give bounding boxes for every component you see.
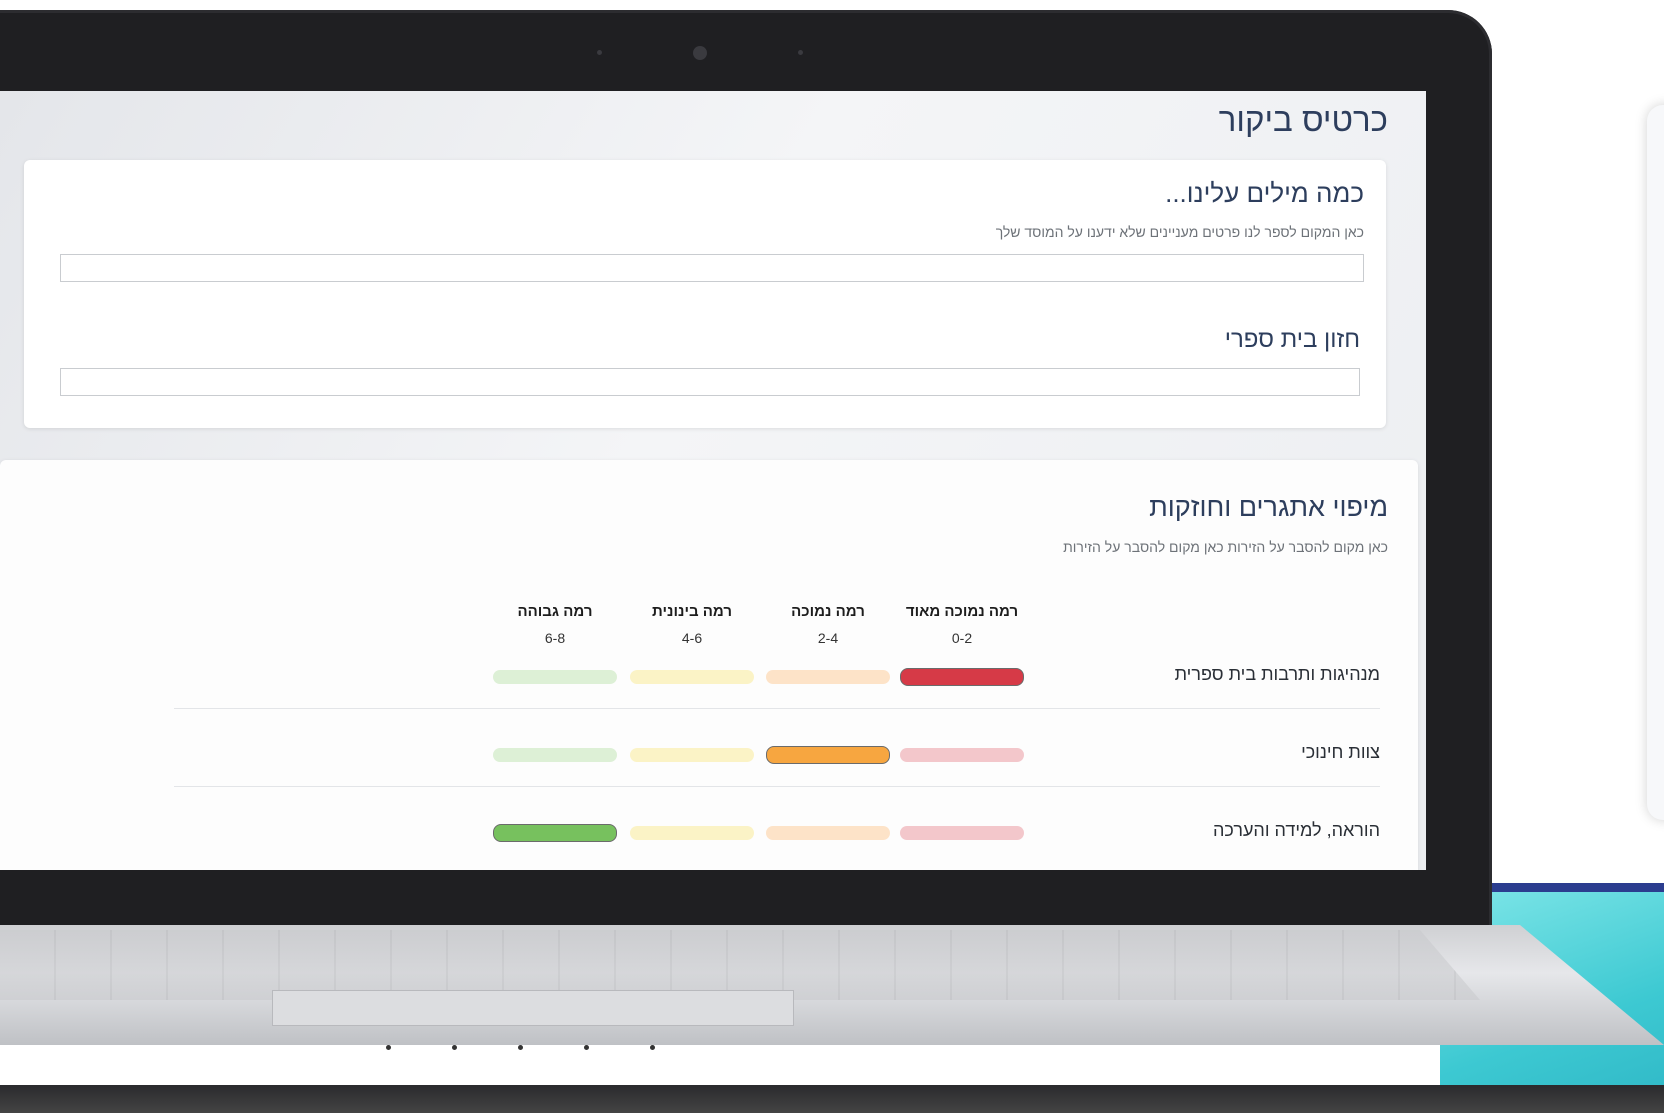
- level-range: 0-2: [951, 630, 973, 646]
- laptop-dot: [518, 1045, 523, 1050]
- laptop-dot: [452, 1045, 457, 1050]
- row-divider: [174, 786, 1380, 787]
- level-bar[interactable]: [493, 824, 617, 842]
- about-text-field[interactable]: [60, 254, 1364, 282]
- mapping-heading: מיפוי אתגרים וחוזקות: [1149, 492, 1388, 522]
- about-heading: כמה מילים עלינו...: [1165, 178, 1364, 208]
- level-bar[interactable]: [630, 670, 754, 684]
- level-header: רמה נמוכה: [791, 603, 865, 620]
- level-header: רמה בינונית: [652, 603, 732, 620]
- laptop-bottom-edge: [0, 1085, 1664, 1113]
- level-bar[interactable]: [766, 746, 890, 764]
- level-header: רמה נמוכה מאוד: [905, 603, 1019, 620]
- about-card: כמה מילים עלינו... כאן המקום לספר לנו פר…: [24, 160, 1386, 428]
- mapping-help-text: כאן מקום להסבר על הזירות כאן מקום להסבר …: [1063, 539, 1388, 555]
- level-bar[interactable]: [630, 826, 754, 840]
- side-panel-card: [1647, 105, 1664, 820]
- about-help-text: כאן המקום לספר לנו פרטים מעניינים שלא יד…: [995, 224, 1364, 240]
- level-bar[interactable]: [900, 826, 1024, 840]
- camera-sensor-left: [597, 50, 602, 55]
- mapping-row-label: צוות חינוכי: [1301, 742, 1380, 762]
- vision-text-field[interactable]: [60, 368, 1360, 396]
- background-accent-line: [1490, 883, 1664, 892]
- mapping-row-label: מנהיגות ותרבות בית ספרית: [1174, 664, 1380, 684]
- level-bar[interactable]: [630, 748, 754, 762]
- level-range: 2-4: [817, 630, 839, 646]
- level-range: 4-6: [681, 630, 703, 646]
- row-divider: [174, 708, 1380, 709]
- laptop-screen: כרטיס ביקור כמה מילים עלינו... כאן המקום…: [0, 91, 1426, 870]
- page-title: כרטיס ביקור: [1218, 101, 1388, 138]
- level-bar[interactable]: [900, 668, 1024, 686]
- level-bar[interactable]: [900, 748, 1024, 762]
- laptop-trackpad: [272, 990, 794, 1026]
- camera-sensor-right: [798, 50, 803, 55]
- mapping-card: מיפוי אתגרים וחוזקות כאן מקום להסבר על ה…: [0, 460, 1418, 870]
- vision-heading: חזון בית ספרי: [1224, 326, 1360, 353]
- level-bar[interactable]: [493, 670, 617, 684]
- level-bar[interactable]: [766, 670, 890, 684]
- laptop-dot: [650, 1045, 655, 1050]
- camera-icon: [693, 46, 707, 60]
- level-range: 6-8: [544, 630, 566, 646]
- laptop-dot: [584, 1045, 589, 1050]
- level-bar[interactable]: [766, 826, 890, 840]
- level-bar[interactable]: [493, 748, 617, 762]
- laptop-dot: [386, 1045, 391, 1050]
- mapping-row-label: הוראה, למידה והערכה: [1213, 820, 1380, 840]
- level-header: רמה גבוהה: [517, 603, 593, 620]
